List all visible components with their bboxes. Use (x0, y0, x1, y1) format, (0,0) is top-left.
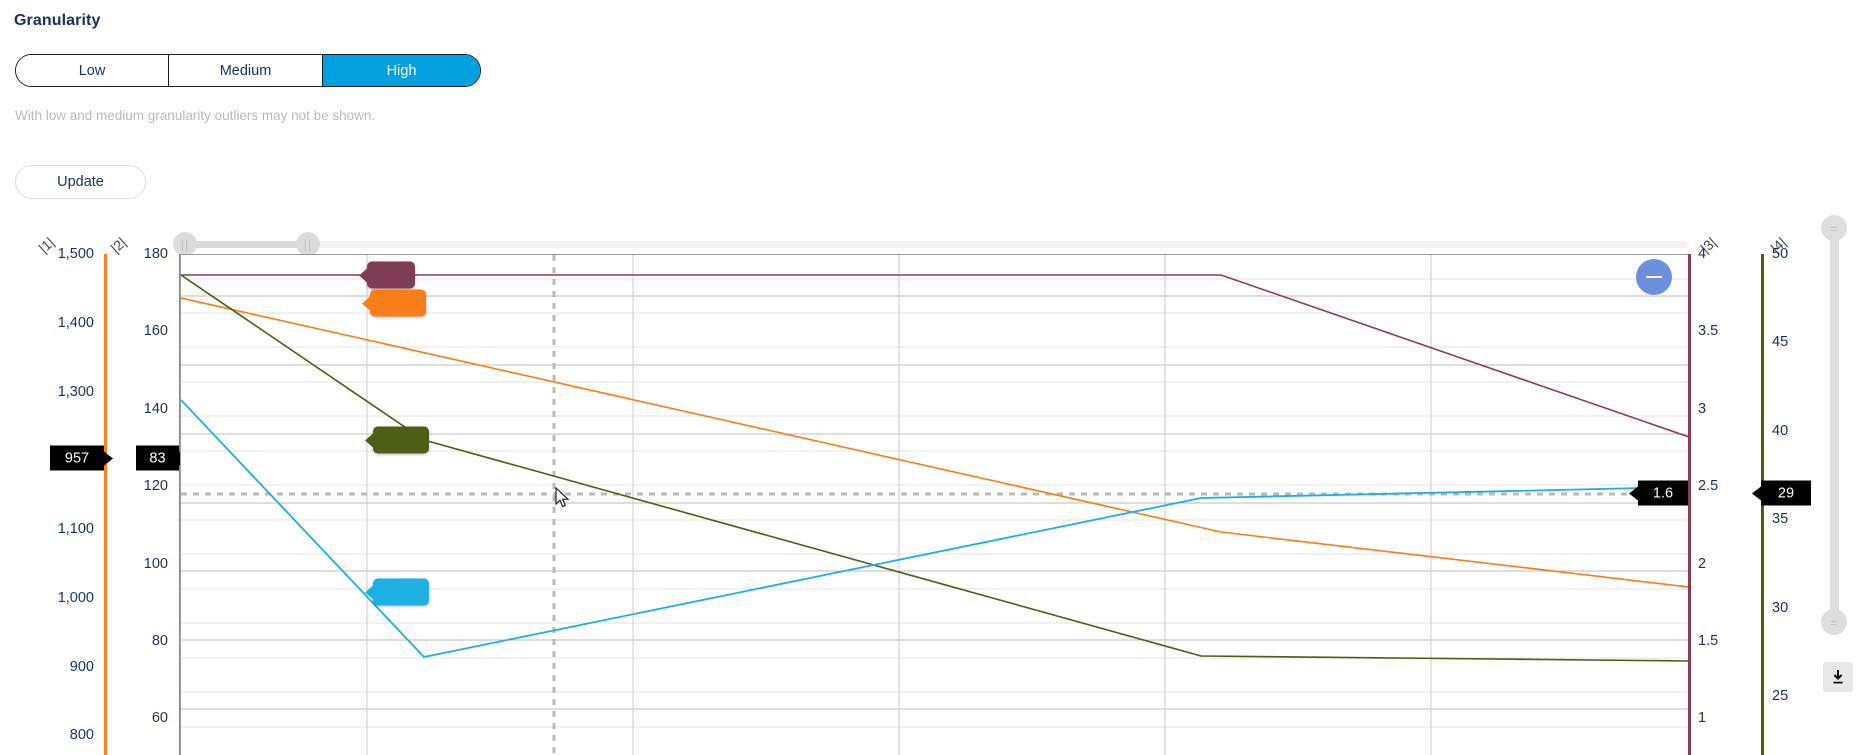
y-axis-3-tick: 1.5 (1698, 632, 1719, 649)
y-axis-1-tick: 1,400 (57, 314, 94, 331)
page-title: Granularity (14, 12, 101, 29)
granularity-segmented-control[interactable]: Low Medium High (15, 54, 481, 87)
update-button[interactable]: Update (15, 165, 146, 199)
y-axis-1-tick: 1,000 (57, 589, 94, 606)
y-axis-3-tick: 3.5 (1698, 323, 1719, 340)
y-axis-3-tick: 2.5 (1698, 478, 1719, 495)
y-axis-1-line (104, 254, 107, 755)
y-axis-4-tick: 30 (1772, 599, 1789, 616)
granularity-option-low[interactable]: Low (16, 55, 169, 86)
y-axis-3-line (1688, 254, 1691, 755)
zoom-out-button[interactable] (1636, 259, 1672, 295)
time-range-slider-handle-start[interactable]: || (173, 232, 197, 256)
y-axis-2-tick: 120 (143, 478, 168, 495)
y-axis-2-title: |2| (107, 234, 130, 256)
y-axis-1-level: |1| 1,5001,4001,3001,2001,1001,000900800… (0, 234, 108, 755)
value-range-slider-handle-bottom[interactable]: = (1821, 609, 1847, 635)
value-range-slider[interactable]: = = (1821, 215, 1847, 635)
callout-level: 1,400 (370, 289, 427, 317)
y-axis-4-tick: 25 (1772, 688, 1789, 705)
y-axis-4-tick: 35 (1772, 511, 1789, 528)
y-axis-1-tick: 1,300 (57, 383, 94, 400)
y-axis-3-tick: 1 (1698, 710, 1707, 727)
plot-area[interactable]: 3.72 1,400 30.75 31.25 (180, 254, 1688, 755)
y-axis-1-tick: 900 (69, 658, 94, 675)
y-axis-2-tick: 100 (143, 555, 168, 572)
y-axis-1-tick: 1,500 (57, 246, 94, 262)
y-axis-2-cursor-value: 83 (136, 445, 179, 471)
download-button[interactable] (1823, 662, 1853, 692)
y-axis-4-tick: 45 (1772, 334, 1789, 351)
callout-flow: 3.72 (367, 261, 416, 289)
y-axis-4-cursor-value: 29 (1761, 480, 1811, 506)
y-axis-4-tick: 50 (1772, 246, 1789, 262)
chart-canvas (181, 255, 1688, 755)
callout-temperature: 30.75 (373, 426, 430, 454)
y-axis-3-tick: 3 (1698, 400, 1707, 417)
value-range-slider-track[interactable] (1830, 227, 1839, 623)
y-axis-2-pressure: |2| 18016014012010080604020 83 (107, 234, 182, 755)
y-axis-2-tick: 160 (143, 323, 168, 340)
y-axis-1-title: |1| (35, 234, 58, 256)
time-range-slider[interactable]: || || (173, 232, 1689, 256)
download-icon (1833, 670, 1843, 684)
granularity-option-medium[interactable]: Medium (169, 55, 323, 86)
y-axis-2-tick: 60 (151, 710, 168, 727)
y-axis-4-tick: 40 (1772, 422, 1789, 439)
multi-axis-line-chart: || || |1| 1,5001,4001,3001,2001,1001,000… (0, 215, 1868, 755)
y-axis-2-tick: 180 (143, 246, 168, 262)
y-axis-1-cursor-value: 957 (50, 445, 104, 471)
time-range-slider-track[interactable] (181, 241, 1689, 248)
y-axis-1-tick: 800 (69, 727, 94, 744)
time-range-slider-selection[interactable] (185, 241, 308, 248)
y-axis-3-cursor-value: 1.6 (1638, 480, 1688, 506)
y-axis-3-flow: |3| 43.532.521.510.50 1.6 (1638, 234, 1750, 755)
granularity-help-text: With low and medium granularity outliers… (15, 108, 376, 123)
minus-icon (1646, 276, 1662, 278)
y-axis-2-tick: 140 (143, 400, 168, 417)
granularity-option-high[interactable]: High (323, 55, 480, 86)
time-range-slider-handle-end[interactable]: || (296, 232, 320, 256)
callout-pressure: 31.25 (373, 578, 430, 606)
y-axis-3-tick: 4 (1698, 246, 1707, 262)
y-axis-4-temperature: |4| 5045403530252015 29 (1750, 234, 1822, 755)
y-axis-3-tick: 2 (1698, 555, 1707, 572)
value-range-slider-handle-top[interactable]: = (1821, 215, 1847, 241)
y-axis-2-tick: 80 (151, 632, 168, 649)
y-axis-1-tick: 1,100 (57, 521, 94, 538)
